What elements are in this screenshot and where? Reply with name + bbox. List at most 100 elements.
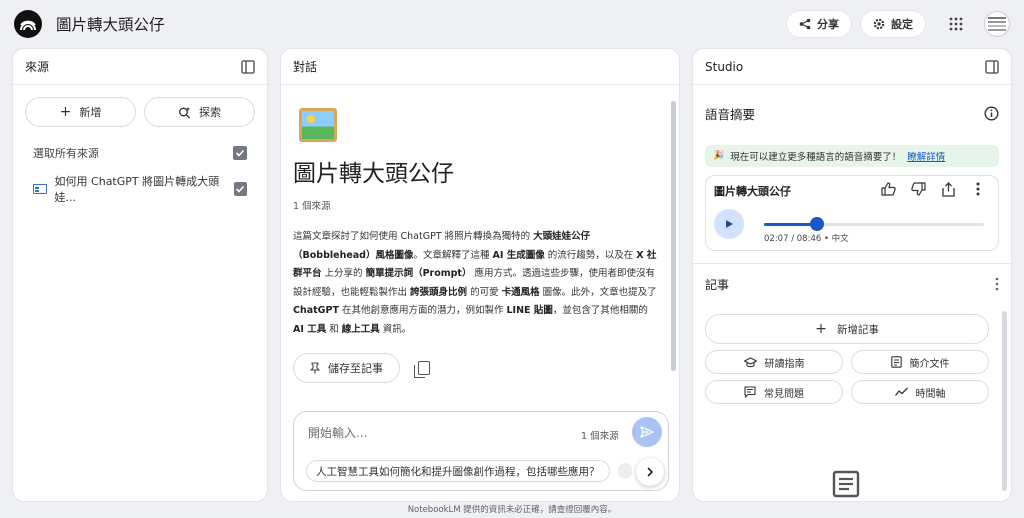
add-note-label: 新增記事 bbox=[836, 323, 879, 336]
send-icon bbox=[640, 426, 654, 438]
summary-text: 資訊。 bbox=[379, 323, 412, 335]
note-placeholder-icon bbox=[832, 470, 860, 498]
play-button[interactable] bbox=[714, 209, 744, 239]
summary-text: ，並包含了其他相關的 bbox=[552, 305, 648, 317]
share-label: 分享 bbox=[817, 18, 839, 31]
plus-icon: + bbox=[815, 321, 827, 337]
add-note-button[interactable]: + 新增記事 bbox=[705, 314, 989, 344]
check-icon bbox=[235, 149, 245, 157]
collapse-panel-icon[interactable] bbox=[241, 59, 255, 74]
next-suggestion-button[interactable] bbox=[636, 458, 664, 486]
faq-chat-icon bbox=[744, 386, 756, 398]
share-upload-icon[interactable] bbox=[940, 181, 956, 197]
suggested-question-chip[interactable]: 人工智慧工具如何簡化和提升圖像創作過程，包括哪些應用？ bbox=[306, 460, 610, 482]
suggestion-overflow bbox=[618, 463, 632, 479]
summary-text: 上分享的 bbox=[321, 268, 366, 280]
disclaimer-footer: NotebookLM 提供的資訊未必正確，請查證回覆內容。 bbox=[407, 505, 617, 515]
sources-panel: 來源 + 新增 探索 選取所有來源 如何用 ChatGPT 將圖片轉成大頭娃.. bbox=[12, 48, 268, 502]
timeline-label: 時間軸 bbox=[915, 388, 946, 400]
collapse-panel-icon[interactable] bbox=[985, 59, 999, 74]
summary-text: 的流行趨勢，以及在 bbox=[544, 249, 637, 261]
audio-progress-track[interactable] bbox=[764, 217, 984, 231]
thumbs-down-icon[interactable] bbox=[910, 181, 926, 197]
section-divider bbox=[693, 263, 1011, 264]
thumbs-up-icon[interactable] bbox=[880, 181, 896, 197]
copy-icon[interactable] bbox=[414, 361, 430, 379]
summary-text: 。文章解釋了這種 bbox=[413, 249, 493, 261]
audio-player-card: 圖片轉大頭公仔 02:07 / 08:46 • 中文 bbox=[705, 175, 999, 251]
source-item-label: 如何用 ChatGPT 將圖片轉成大頭娃... bbox=[54, 175, 220, 204]
info-icon[interactable] bbox=[984, 105, 999, 121]
add-source-label: 新增 bbox=[79, 106, 102, 119]
study-guide-button[interactable]: 研讀指南 bbox=[705, 350, 843, 374]
studio-header: Studio bbox=[693, 49, 1011, 85]
add-source-button[interactable]: + 新增 bbox=[25, 97, 136, 127]
share-button[interactable]: 分享 bbox=[786, 10, 852, 38]
discover-sources-button[interactable]: 探索 bbox=[144, 97, 255, 127]
plus-icon: + bbox=[59, 104, 72, 120]
chat-content: 圖片轉大頭公仔 1 個來源 這篇文章探討了如何使用 ChatGPT 將照片轉換為… bbox=[281, 86, 673, 446]
audio-progress-knob[interactable] bbox=[810, 217, 825, 231]
pin-icon bbox=[310, 362, 320, 374]
notebook-summary: 這篇文章探討了如何使用 ChatGPT 將照片轉換為獨特的 大頭娃娃公仔（Bob… bbox=[293, 228, 659, 339]
summary-keyword: ChatGPT bbox=[293, 305, 339, 317]
play-icon bbox=[726, 220, 733, 228]
select-all-row[interactable]: 選取所有來源 bbox=[13, 143, 267, 163]
sources-title: 來源 bbox=[25, 60, 50, 74]
gear-icon bbox=[873, 18, 885, 30]
study-guide-label: 研讀指南 bbox=[764, 358, 805, 370]
summary-keyword: AI 生成圖像 bbox=[492, 249, 545, 261]
notes-title: 記事 bbox=[705, 277, 730, 292]
notebook-heading: 圖片轉大頭公仔 bbox=[293, 161, 454, 187]
chat-panel: 對話 圖片轉大頭公仔 1 個來源 這篇文章探討了如何使用 ChatGPT 將照片… bbox=[280, 48, 680, 502]
settings-label: 設定 bbox=[891, 18, 913, 31]
framed-picture-icon bbox=[299, 108, 337, 142]
summary-text: 的可愛 bbox=[467, 286, 502, 298]
select-all-checkbox[interactable] bbox=[233, 146, 247, 160]
timeline-button[interactable]: 時間軸 bbox=[851, 380, 989, 404]
briefing-doc-button[interactable]: 簡介文件 bbox=[851, 350, 989, 374]
discover-label: 探索 bbox=[199, 106, 221, 119]
send-button[interactable] bbox=[632, 417, 662, 447]
select-all-label: 選取所有來源 bbox=[33, 147, 99, 160]
summary-keyword: 簡單提示詞（Prompt） bbox=[365, 268, 472, 280]
source-count: 1 個來源 bbox=[293, 201, 331, 212]
composer-source-count: 1 個來源 bbox=[581, 431, 619, 442]
faq-button[interactable]: 常見問題 bbox=[705, 380, 843, 404]
studio-panel: Studio 語音摘要 🎉 現在可以建立更多種語言的語音摘要了！ 瞭解詳情 圖片… bbox=[692, 48, 1012, 502]
summary-text: 在其他創意應用方面的潛力，例如製作 bbox=[338, 305, 507, 317]
settings-button[interactable]: 設定 bbox=[860, 10, 926, 38]
timeline-icon bbox=[894, 387, 908, 396]
summary-keyword: 誇張頭身比例 bbox=[410, 286, 468, 298]
save-to-note-button[interactable]: 儲存至記事 bbox=[293, 353, 400, 384]
source-item[interactable]: 如何用 ChatGPT 將圖片轉成大頭娃... bbox=[13, 175, 267, 204]
summary-text: 和 bbox=[326, 323, 342, 335]
more-vert-icon[interactable] bbox=[970, 181, 986, 197]
audio-progress-fill bbox=[764, 223, 818, 226]
learn-more-link[interactable]: 瞭解詳情 bbox=[907, 149, 945, 163]
chat-header: 對話 bbox=[281, 49, 679, 85]
source-item-checkbox[interactable] bbox=[233, 182, 247, 196]
save-to-note-label: 儲存至記事 bbox=[328, 362, 383, 376]
notebooklm-logo-icon[interactable] bbox=[14, 10, 42, 38]
summary-keyword: LINE 貼圖 bbox=[506, 305, 553, 317]
faq-label: 常見問題 bbox=[764, 388, 804, 400]
notebook-title[interactable]: 圖片轉大頭公仔 bbox=[56, 13, 165, 35]
sources-header: 來源 bbox=[13, 49, 267, 85]
chat-input[interactable] bbox=[308, 424, 568, 442]
apps-grid-icon[interactable] bbox=[942, 10, 970, 38]
audio-language-banner: 🎉 現在可以建立更多種語言的語音摘要了！ 瞭解詳情 bbox=[705, 145, 999, 167]
studio-title: Studio bbox=[705, 59, 744, 74]
chat-scrollbar[interactable] bbox=[671, 101, 676, 371]
graduation-cap-icon bbox=[743, 356, 757, 367]
chat-title: 對話 bbox=[293, 60, 318, 74]
check-icon bbox=[236, 185, 245, 193]
user-avatar[interactable] bbox=[984, 11, 1010, 37]
document-icon bbox=[890, 356, 902, 368]
web-page-icon bbox=[33, 184, 47, 194]
studio-scrollbar[interactable] bbox=[1002, 311, 1007, 491]
chat-composer: 1 個來源 人工智慧工具如何簡化和提升圖像創作過程，包括哪些應用？ bbox=[293, 411, 669, 491]
summary-text: 這篇文章探討了如何使用 ChatGPT 將照片轉換為獨特的 bbox=[293, 231, 534, 242]
summary-text: 圖像。此外，文章也提及了 bbox=[539, 286, 657, 298]
more-vert-icon[interactable] bbox=[995, 277, 999, 291]
